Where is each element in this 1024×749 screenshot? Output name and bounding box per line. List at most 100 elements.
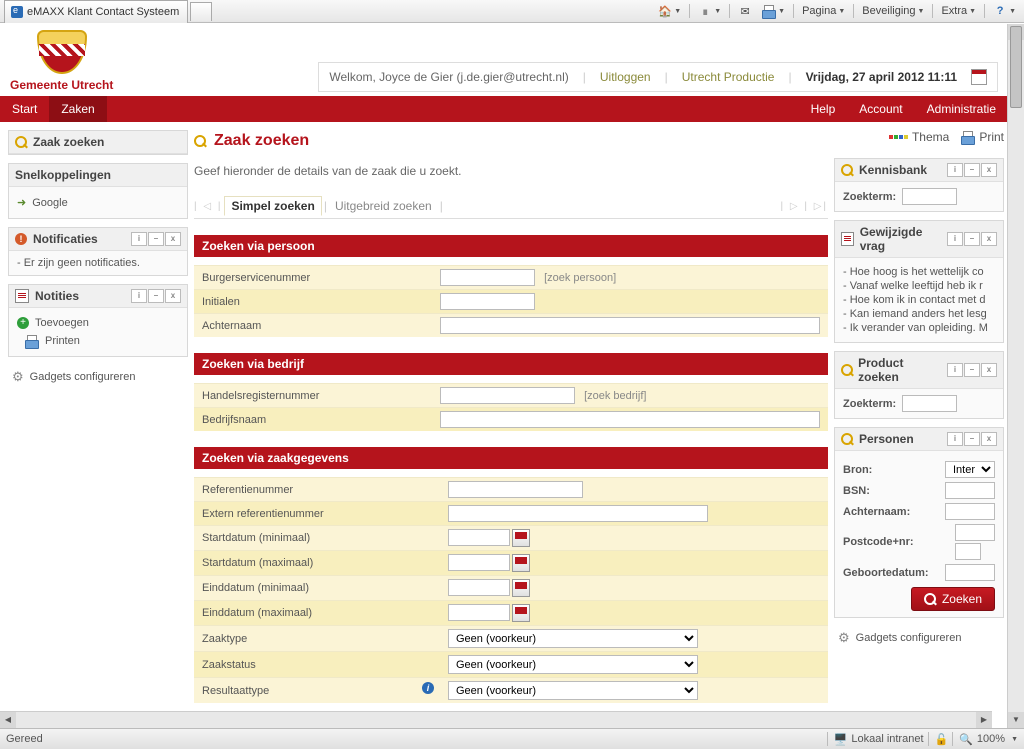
panel-min-button[interactable]: – [964, 363, 980, 377]
nav-admin[interactable]: Administratie [915, 96, 1008, 122]
panel-product-zoeken: Product zoeken i – x Zoekterm: [834, 351, 1004, 419]
nav-help[interactable]: Help [799, 96, 848, 122]
select-zaakstatus[interactable]: Geen (voorkeur) [448, 655, 698, 674]
extra-menu[interactable]: Extra▼ [937, 4, 980, 18]
select-zaaktype[interactable]: Geen (voorkeur) [448, 629, 698, 648]
scroll-right-icon[interactable]: ▶ [976, 712, 992, 728]
input-p-geboorte[interactable] [945, 564, 995, 581]
panel-info-button[interactable]: i [131, 289, 147, 303]
link-google[interactable]: ➜ Google [17, 196, 179, 209]
panel-min-button[interactable]: – [964, 432, 980, 446]
label-p-geboorte: Geboortedatum: [843, 567, 929, 579]
feeds-button[interactable]: ∎▼ [694, 3, 725, 19]
new-tab-button[interactable] [190, 2, 212, 21]
input-ref[interactable] [448, 481, 583, 498]
panel-info-button[interactable]: i [947, 432, 963, 446]
input-p-huisnr[interactable] [955, 543, 981, 560]
panel-close-button[interactable]: x [165, 289, 181, 303]
input-extref[interactable] [448, 505, 708, 522]
scroll-down-icon[interactable]: ▼ [1008, 712, 1024, 728]
panel-close-button[interactable]: x [165, 232, 181, 246]
input-initialen[interactable] [440, 293, 535, 310]
input-bedrijfsnaam[interactable] [440, 411, 820, 428]
calendar-button[interactable] [512, 579, 530, 597]
label-ref: Referentienummer [194, 478, 440, 502]
logout-link[interactable]: Uitloggen [600, 70, 651, 84]
panel-info-button[interactable]: i [131, 232, 147, 246]
faq-item[interactable]: - Vanaf welke leeftijd heb ik r [843, 280, 995, 292]
vertical-scrollbar[interactable]: ▲ ▼ [1007, 24, 1024, 728]
link-zoek-bedrijf[interactable]: [zoek bedrijf] [584, 390, 646, 402]
input-startmax[interactable] [448, 554, 510, 571]
env-link[interactable]: Utrecht Productie [682, 70, 775, 84]
input-prod-zoekterm[interactable] [902, 395, 957, 412]
panel-close-button[interactable]: x [981, 432, 997, 446]
select-resultaat[interactable]: Geen (voorkeur) [448, 681, 698, 700]
input-achternaam[interactable] [440, 317, 820, 334]
tab-simpel[interactable]: Simpel zoeken [224, 196, 321, 216]
faq-item[interactable]: - Ik verander van opleiding. M [843, 322, 995, 334]
page-menu[interactable]: Pagina▼ [798, 4, 849, 18]
input-eindmin[interactable] [448, 579, 510, 596]
app-header: Gemeente Utrecht Welkom, Joyce de Gier (… [0, 24, 1008, 96]
label-zaaktype: Zaaktype [194, 626, 440, 652]
input-bsn[interactable] [440, 269, 535, 286]
input-startmin[interactable] [448, 529, 510, 546]
calendar-button[interactable] [512, 554, 530, 572]
info-icon[interactable]: i [422, 682, 434, 694]
panel-min-button[interactable]: – [148, 289, 164, 303]
faq-item[interactable]: - Hoe kom ik in contact met d [843, 294, 995, 306]
search-icon [924, 593, 936, 605]
status-zone: 🖥️ Lokaal intranet [827, 732, 924, 746]
link-zoek-persoon[interactable]: [zoek persoon] [544, 272, 616, 284]
add-note-button[interactable]: + Toevoegen [17, 317, 179, 329]
browser-tab[interactable]: eMAXX Klant Contact Systeem [4, 0, 188, 23]
thema-button[interactable]: Thema [889, 130, 949, 144]
search-icon [841, 164, 853, 176]
security-menu[interactable]: Beveiliging▼ [858, 4, 928, 18]
faq-item[interactable]: - Hoe hoog is het wettelijk co [843, 266, 995, 278]
print-button[interactable]: ▼ [758, 4, 789, 18]
gadgets-config-left[interactable]: ⚙ Gadgets configureren [8, 368, 188, 385]
scroll-thumb[interactable] [1010, 26, 1022, 108]
print-button-right[interactable]: Print [961, 130, 1004, 144]
calendar-button[interactable] [512, 529, 530, 547]
input-p-postcode[interactable] [955, 524, 995, 541]
help-button[interactable]: ?▼ [989, 3, 1020, 19]
label-bron: Bron: [843, 464, 872, 476]
select-bron[interactable]: Intern [945, 461, 995, 478]
input-kb-zoekterm[interactable] [902, 188, 957, 205]
nav-start[interactable]: Start [0, 96, 49, 122]
personen-zoeken-button[interactable]: Zoeken [911, 587, 995, 611]
zoom-control[interactable]: 🔍 100% ▼ [952, 732, 1018, 746]
panel-info-button[interactable]: i [947, 363, 963, 377]
panel-close-button[interactable]: x [981, 363, 997, 377]
faq-item[interactable]: - Kan iemand anders het lesg [843, 308, 995, 320]
mail-button[interactable]: ✉ [734, 3, 756, 19]
input-p-bsn[interactable] [945, 482, 995, 499]
input-handels[interactable] [440, 387, 575, 404]
input-p-achternaam[interactable] [945, 503, 995, 520]
print-notes-button[interactable]: Printen [25, 335, 80, 347]
gadgets-config-right[interactable]: ⚙ Gadgets configureren [834, 629, 1004, 646]
label-p-postcode: Postcode+nr: [843, 536, 914, 548]
panel-close-button[interactable]: x [981, 232, 997, 246]
panel-min-button[interactable]: – [148, 232, 164, 246]
calendar-button[interactable] [512, 604, 530, 622]
input-eindmax[interactable] [448, 604, 510, 621]
horizontal-scrollbar[interactable]: ◀ ▶ [0, 711, 992, 728]
nav-zaken[interactable]: Zaken [49, 96, 106, 122]
tab-uitgebreid[interactable]: Uitgebreid zoeken [329, 197, 438, 215]
welcome-text: Welkom, Joyce de Gier (j.de.gier@utrecht… [329, 70, 568, 84]
nav-account[interactable]: Account [847, 96, 914, 122]
scroll-left-icon[interactable]: ◀ [0, 712, 16, 728]
panel-min-button[interactable]: – [964, 163, 980, 177]
calendar-icon[interactable] [971, 69, 987, 85]
home-button[interactable]: 🏠▼ [654, 3, 685, 19]
panel-info-button[interactable]: i [947, 232, 963, 246]
panel-info-button[interactable]: i [947, 163, 963, 177]
panel-min-button[interactable]: – [964, 232, 980, 246]
panel-close-button[interactable]: x [981, 163, 997, 177]
tab-scroll-left[interactable]: | ◁ | [194, 201, 222, 212]
tab-scroll-right[interactable]: | ▷ | ▷| [780, 201, 828, 212]
